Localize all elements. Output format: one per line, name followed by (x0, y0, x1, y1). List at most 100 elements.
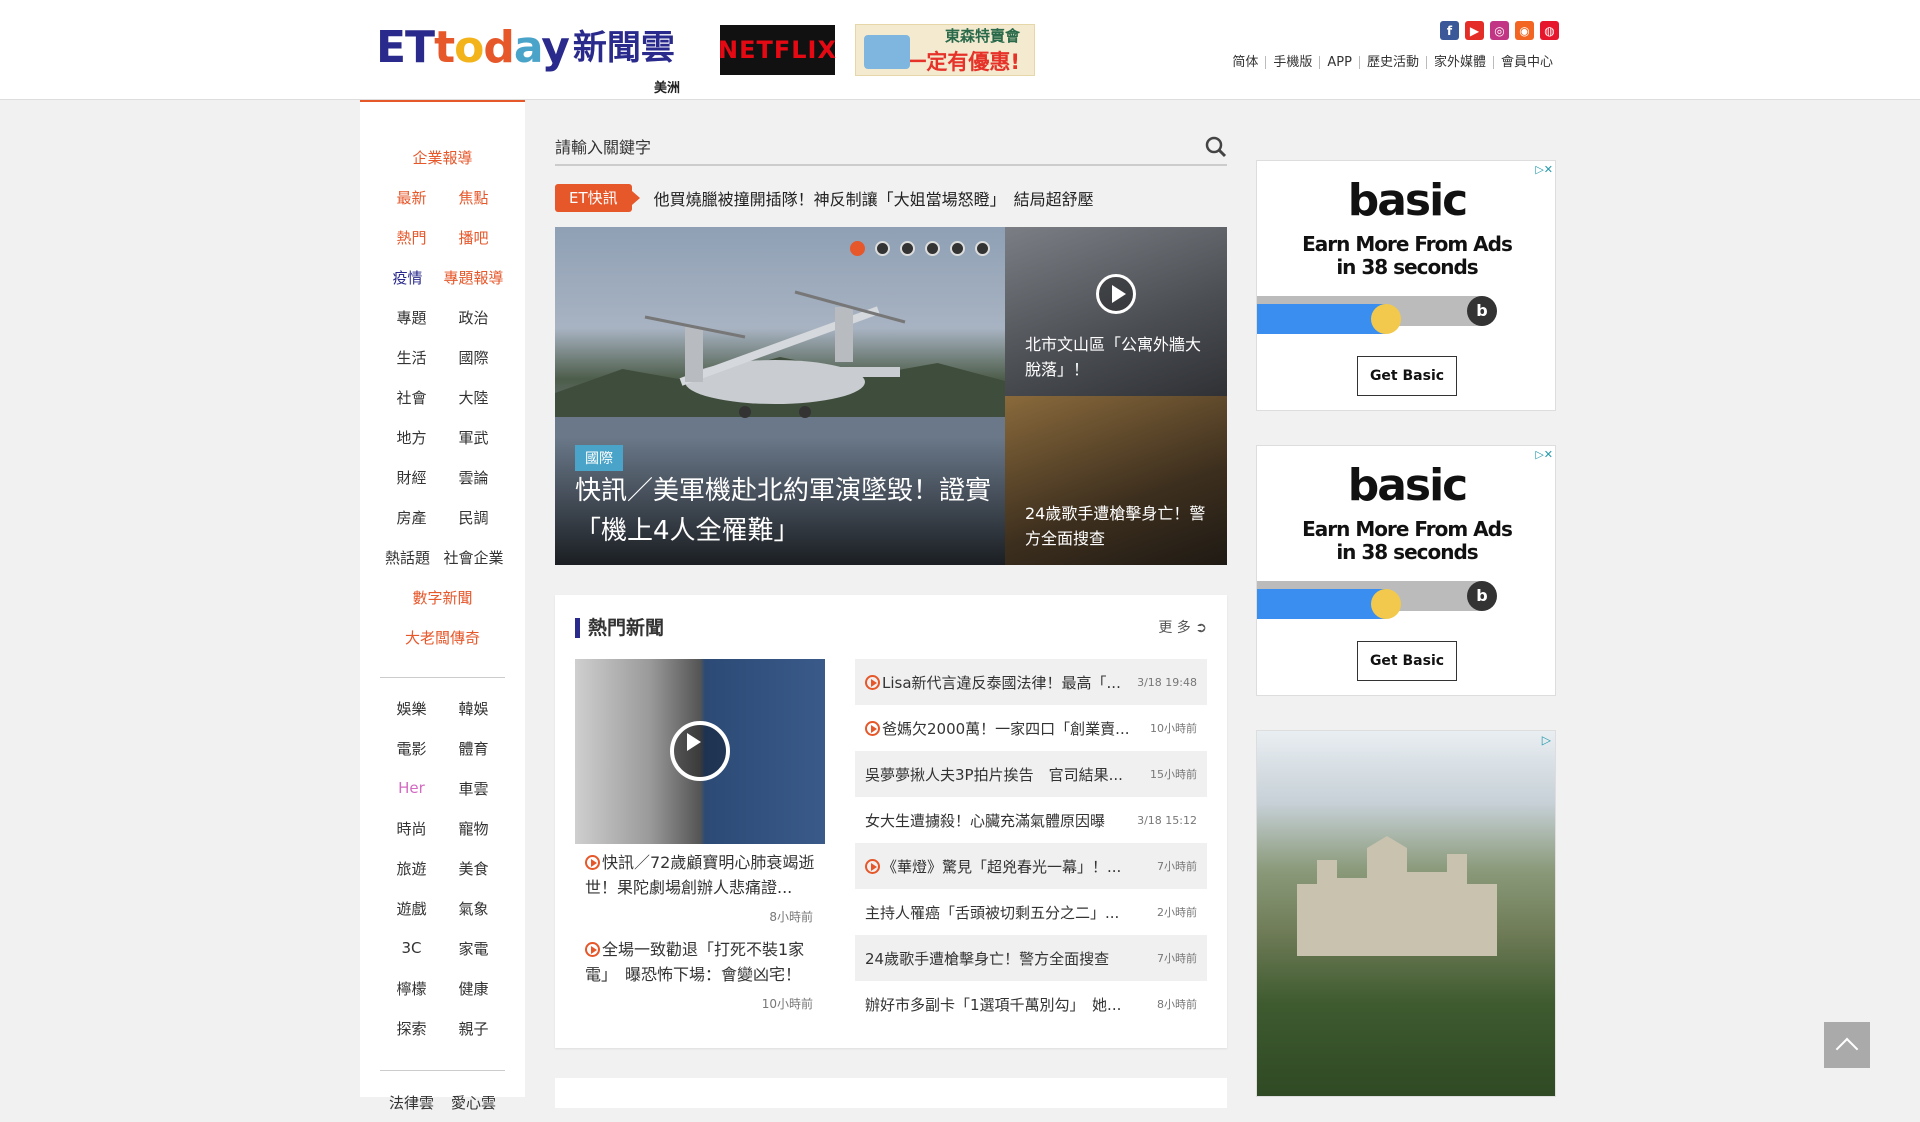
left-nav: 企業報導 最新 焦點 熱門 播吧 疫情 專題報導 專題 政治 生活 國際 社會 大陸 地方軍… (360, 100, 525, 1112)
nav-item[interactable]: 體育 (443, 738, 505, 759)
nav-item[interactable]: 時尚 (381, 818, 443, 839)
arrow-right-icon: ➲ (1195, 620, 1207, 636)
nav-item[interactable]: 焦點 (443, 187, 505, 208)
nav-item[interactable]: 娛樂 (381, 698, 443, 719)
carousel-dot[interactable] (900, 241, 915, 256)
link-history[interactable]: 歷史活動 (1358, 56, 1426, 69)
ettoday-logo[interactable]: ETtoday 新聞雲 (376, 22, 675, 74)
region-label[interactable]: 美洲 (654, 77, 680, 96)
nav-item[interactable]: 愛心雲 (443, 1092, 505, 1113)
search-input[interactable] (555, 130, 1155, 164)
nav-item[interactable]: 地方 (381, 427, 443, 448)
nav-item[interactable]: Her (381, 779, 443, 797)
nav-item[interactable]: 播吧 (443, 227, 505, 248)
nav-divider (380, 1070, 505, 1071)
nav-item[interactable]: 3C (381, 939, 443, 957)
ad-banner[interactable]: ▷✕ basic Earn More From Ads in 38 second… (1256, 160, 1556, 411)
nav-item[interactable]: 軍武 (443, 427, 505, 448)
link-outdoor-media[interactable]: 家外媒體 (1425, 56, 1493, 69)
nav-item[interactable]: 民調 (443, 507, 505, 528)
ad-image-banner[interactable]: ▷ (1256, 730, 1556, 1097)
nav-item[interactable]: 寵物 (443, 818, 505, 839)
search-icon[interactable] (1205, 136, 1227, 158)
hot-news-thumbnail[interactable] (575, 659, 825, 844)
carousel-dot[interactable] (975, 241, 990, 256)
list-item[interactable]: 吳夢夢揪人夫3P拍片挨告 官司結果... 15小時前 (855, 751, 1207, 797)
instagram-icon[interactable]: ◎ (1490, 21, 1509, 40)
side-story[interactable]: 北市文山區「公寓外牆大脫落」！ (1005, 227, 1227, 396)
nav-item[interactable]: 遊戲 (381, 898, 443, 919)
play-icon (670, 721, 730, 781)
nav-item[interactable]: 親子 (443, 1018, 505, 1039)
link-mobile[interactable]: 手機版 (1265, 56, 1319, 69)
list-item[interactable]: 爸媽欠2000萬！一家四口「創業賣... 10小時前 (855, 705, 1207, 751)
nav-item[interactable]: 財經 (381, 467, 443, 488)
nav-item[interactable]: 健康 (443, 978, 505, 999)
flash-headline[interactable]: 他買燒臘被撞開插隊！神反制讓「大姐當場怒瞪」 結局超舒壓 (654, 186, 1094, 210)
nav-item[interactable]: 韓娛 (443, 698, 505, 719)
nav-item[interactable]: 旅遊 (381, 858, 443, 879)
nav-item[interactable]: 大老闆傳奇 (380, 627, 505, 648)
flash-tag: ET快訊 (555, 184, 640, 212)
nav-item[interactable]: 社會企業 (439, 547, 509, 568)
side-story[interactable]: 24歲歌手遭槍擊身亡！警方全面搜查 (1005, 396, 1227, 565)
nav-item[interactable]: 檸檬 (381, 978, 443, 999)
nav-item[interactable]: 大陸 (443, 387, 505, 408)
get-basic-button[interactable]: Get Basic (1357, 641, 1457, 681)
hero-category-badge[interactable]: 國際 (575, 445, 623, 471)
nav-item[interactable]: 房產 (381, 507, 443, 528)
ad-progress-knob (1371, 304, 1401, 334)
list-item[interactable]: 女大生遭擄殺！心臟充滿氣體原因曝 3/18 15:12 (855, 797, 1207, 843)
scroll-to-top-button[interactable] (1824, 1022, 1870, 1068)
nav-item[interactable]: 生活 (381, 347, 443, 368)
hot-story[interactable]: 快訊／72歲顧寶明心肺衰竭逝世！果陀劇場創辦人悲痛證... (585, 850, 820, 900)
nav-item[interactable]: 探索 (381, 1018, 443, 1039)
hero-slide[interactable]: 國際 快訊／美軍機赴北約軍演墜毀！證實「機上4人全罹難」 (555, 227, 1005, 565)
nav-group-news: 企業報導 最新 焦點 熱門 播吧 疫情 專題報導 專題 政治 生活 國際 社會 大陸 地方軍… (370, 137, 515, 657)
nav-item[interactable]: 最新 (381, 187, 443, 208)
youtube-icon[interactable]: ▶ (1465, 21, 1484, 40)
get-basic-button[interactable]: Get Basic (1357, 356, 1457, 396)
facebook-icon[interactable]: f (1440, 21, 1459, 40)
more-link[interactable]: 更 多 ➲ (1158, 617, 1207, 637)
hot-story[interactable]: 全場一致勸退「打死不裝1家電」 曝恐怖下場：會變凶宅！ (585, 937, 820, 987)
netflix-banner[interactable]: NETFLIX (718, 25, 836, 75)
rss-icon[interactable]: ◉ (1515, 21, 1534, 40)
carousel-dot[interactable] (925, 241, 940, 256)
nav-item[interactable]: 企業報導 (380, 147, 505, 168)
nav-item[interactable]: 車雲 (443, 778, 505, 799)
nav-item[interactable]: 法律雲 (381, 1092, 443, 1113)
link-app[interactable]: APP (1319, 56, 1359, 69)
nav-item[interactable]: 數字新聞 (380, 587, 505, 608)
link-simplified[interactable]: 简体 (1225, 56, 1265, 69)
nav-item[interactable]: 雲論 (443, 467, 505, 488)
promo-banner[interactable]: 東森特賣會 一定有優惠! (855, 24, 1035, 76)
nav-item[interactable]: 氣象 (443, 898, 505, 919)
nav-item[interactable]: 專題 (381, 307, 443, 328)
nav-item[interactable]: 熱話題 (377, 547, 439, 568)
carousel-dot[interactable] (875, 241, 890, 256)
weibo-icon[interactable]: ◍ (1540, 21, 1559, 40)
nav-item[interactable]: 社會 (381, 387, 443, 408)
list-item[interactable]: Lisa新代言違反泰國法律！最高「... 3/18 19:48 (855, 659, 1207, 705)
nav-item[interactable]: 美食 (443, 858, 505, 879)
adchoices-icon[interactable]: ▷ (1542, 733, 1551, 747)
nav-item[interactable]: 電影 (381, 738, 443, 759)
list-item[interactable]: 辦好市多副卡「1選項千萬別勾」 她... 8小時前 (855, 981, 1207, 1027)
nav-item[interactable]: 國際 (443, 347, 505, 368)
list-item[interactable]: 主持人罹癌「舌頭被切剩五分之二」... 2小時前 (855, 889, 1207, 935)
nav-item[interactable]: 疫情 (377, 267, 439, 288)
nav-item[interactable]: 家電 (443, 938, 505, 959)
hero-title[interactable]: 快訊／美軍機赴北約軍演墜毀！證實「機上4人全罹難」 (575, 471, 995, 551)
nav-item[interactable]: 專題報導 (439, 267, 509, 288)
nav-item[interactable]: 熱門 (381, 227, 443, 248)
ad-banner[interactable]: ▷✕ basic Earn More From Ads in 38 second… (1256, 445, 1556, 696)
carousel-dot[interactable] (850, 241, 865, 256)
shopping-cart-icon (864, 35, 910, 69)
list-item[interactable]: 《華燈》驚見「超兇春光一幕」！... 7小時前 (855, 843, 1207, 889)
carousel-dot[interactable] (950, 241, 965, 256)
nav-item[interactable]: 政治 (443, 307, 505, 328)
video-icon (865, 720, 880, 736)
list-item[interactable]: 24歲歌手遭槍擊身亡！警方全面搜查 7小時前 (855, 935, 1207, 981)
link-member[interactable]: 會員中心 (1492, 56, 1560, 69)
